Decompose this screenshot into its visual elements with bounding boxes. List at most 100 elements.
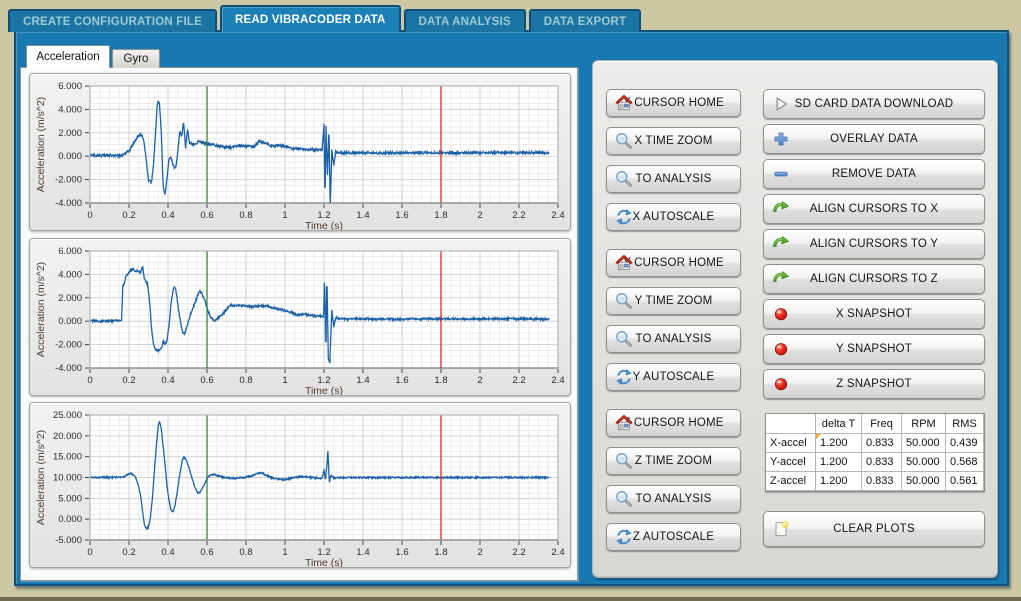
x-tick-label: 0.4 [161,547,174,558]
tab-data-analysis[interactable]: DATA ANALYSIS [404,9,526,32]
x-tick-label: 0 [87,375,92,386]
sd-card-data-download-button[interactable]: SD CARD DATA DOWNLOAD [763,89,985,119]
z-cursor-home-button[interactable]: Z CURSOR HOME [606,409,741,437]
remove-data-button[interactable]: REMOVE DATA [763,159,985,189]
minus-icon [772,165,790,183]
x-tick-label: 0 [87,210,92,221]
x-time-zoom-button[interactable]: X TIME ZOOM [606,127,741,155]
align-cursors-to-y-button[interactable]: ALIGN CURSORS TO Y [763,229,985,259]
x-axis-title: Time (s) [305,557,343,567]
table-header-cell: delta T [816,414,862,434]
z-autoscale-button[interactable]: Z AUTOSCALE [606,523,741,551]
align-icon [772,235,790,253]
clear-icon [772,520,790,538]
x-tick-label: 0.8 [239,210,252,221]
tab-data-export[interactable]: DATA EXPORT [529,9,642,32]
align-cursors-to-z-button[interactable]: ALIGN CURSORS TO Z [763,264,985,294]
x-autoscale-button[interactable]: X AUTOSCALE [606,203,741,231]
x-tick-label: 1 [282,210,287,221]
button-label: CLEAR PLOTS [833,523,914,535]
button-label: Y SNAPSHOT [836,343,912,355]
main-tabbar: CREATE CONFIGURATION FILEREAD VIBRACODER… [8,5,641,32]
x-tick-label: 1.6 [395,210,408,221]
table-header-cell: RMS [946,414,984,434]
x-accel-plot[interactable]: 6.0004.0002.0000.000-2.000-4.00000.20.40… [29,73,571,231]
table-cell[interactable]: 0.833 [862,453,902,472]
button-label: X AUTOSCALE [633,211,715,223]
table-header-cell [766,414,816,434]
table-cell[interactable]: 0.561 [946,472,984,491]
x-tick-label: 2.2 [512,210,525,221]
table-cell[interactable]: 0.833 [862,434,902,453]
y-autoscale-button[interactable]: Y AUTOSCALE [606,363,741,391]
x-to-analysis-button[interactable]: TO ANALYSIS [606,165,741,193]
x-tick-label: 0.2 [122,210,135,221]
x-cursor-home-button[interactable]: X CURSOR HOME [606,89,741,117]
z-to-analysis-button[interactable]: TO ANALYSIS [606,485,741,513]
y-tick-label: 20.000 [53,431,82,442]
table-cell[interactable]: 0.439 [946,434,984,453]
table-cell[interactable]: 50.000 [902,453,946,472]
button-label: REMOVE DATA [832,168,916,180]
tab-create-configuration-file[interactable]: CREATE CONFIGURATION FILE [8,9,217,32]
home-icon [615,254,633,272]
table-cell[interactable]: 1.200 [816,472,862,491]
row-header-cell: Z-accel [766,472,816,491]
x-tick-label: 0.4 [161,375,174,386]
zoom-icon [615,170,633,188]
y-tick-label: 2.000 [58,293,82,304]
snapshot-icon [772,375,790,393]
home-icon [615,414,633,432]
y-to-analysis-button[interactable]: TO ANALYSIS [606,325,741,353]
table-cell[interactable]: 0.568 [946,453,984,472]
subtab-gyro[interactable]: Gyro [112,49,160,68]
x-accel-graph[interactable]: 6.0004.0002.0000.000-2.000-4.00000.20.40… [30,74,570,230]
z-accel-plot[interactable]: 25.00020.00015.00010.0005.0000.000-5.000… [29,402,571,568]
z-time-zoom-button[interactable]: Z TIME ZOOM [606,447,741,475]
button-label: Y CURSOR HOME [623,257,724,269]
x-tick-label: 2 [477,375,482,386]
button-label: X TIME ZOOM [634,135,712,147]
zoom-icon [615,132,633,150]
x-tick-label: 1 [282,375,287,386]
x-tick-label: 2.4 [551,547,564,558]
button-label: SD CARD DATA DOWNLOAD [795,98,953,110]
y-cursor-home-button[interactable]: Y CURSOR HOME [606,249,741,277]
acceleration-page: 6.0004.0002.0000.000-2.000-4.00000.20.40… [20,67,578,581]
x-snapshot-button[interactable]: X SNAPSHOT [763,299,985,329]
table-header-cell: Freq [862,414,902,434]
z-accel-graph[interactable]: 25.00020.00015.00010.0005.0000.000-5.000… [30,403,570,567]
y-tick-label: 6.000 [58,246,82,257]
plus-icon [772,130,790,148]
tab-read-vibracoder-data[interactable]: READ VIBRACODER DATA [220,5,401,32]
table-cell[interactable]: 1.200 [816,453,862,472]
button-label: X SNAPSHOT [836,308,912,320]
table-cell[interactable]: 0.833 [862,472,902,491]
x-tick-label: 0 [87,547,92,558]
table-cell[interactable]: 1.200 [816,434,862,453]
x-tick-label: 2.4 [551,375,564,386]
x-tick-label: 0.6 [200,375,213,386]
clear-plots-button[interactable]: CLEAR PLOTS [763,511,985,547]
subtab-acceleration[interactable]: Acceleration [26,45,110,68]
y-accel-plot[interactable]: 6.0004.0002.0000.000-2.000-4.00000.20.40… [29,238,571,396]
button-label: Z AUTOSCALE [633,531,714,543]
overlay-data-button[interactable]: OVERLAY DATA [763,124,985,154]
table-cell[interactable]: 50.000 [902,472,946,491]
table-cell[interactable]: 50.000 [902,434,946,453]
y-tick-label: 6.000 [58,81,82,92]
y-accel-graph[interactable]: 6.0004.0002.0000.000-2.000-4.00000.20.40… [30,239,570,395]
y-time-zoom-button[interactable]: Y TIME ZOOM [606,287,741,315]
app-window: CREATE CONFIGURATION FILEREAD VIBRACODER… [0,0,1021,601]
align-cursors-to-x-button[interactable]: ALIGN CURSORS TO X [763,194,985,224]
y-tick-label: -2.000 [55,175,82,186]
x-tick-label: 1.4 [356,547,369,558]
y-tick-label: -4.000 [55,198,82,209]
y-tick-label: 2.000 [58,128,82,139]
y-snapshot-button[interactable]: Y SNAPSHOT [763,334,985,364]
x-tick-label: 0.6 [200,547,213,558]
x-tick-label: 1.4 [356,375,369,386]
z-snapshot-button[interactable]: Z SNAPSHOT [763,369,985,399]
y-axis-title: Acceleration (m/s^2) [35,430,47,525]
button-label: Z CURSOR HOME [623,417,723,429]
